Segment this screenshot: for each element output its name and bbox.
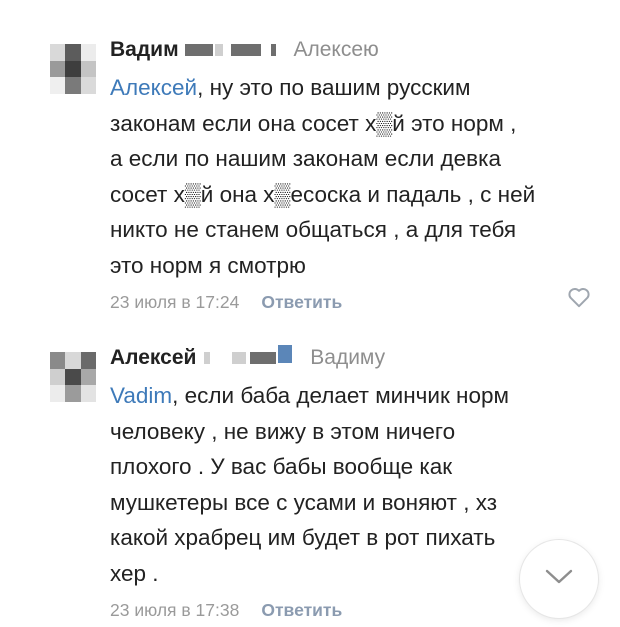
- reply-button[interactable]: Ответить: [261, 292, 342, 312]
- text-line: законам если она сосет х▒й это норм ,: [110, 110, 517, 136]
- comment-date[interactable]: 23 июля в 17:38: [110, 600, 239, 620]
- comment-header: Вадим Алексею: [110, 30, 590, 70]
- comment-date[interactable]: 23 июля в 17:24: [110, 292, 239, 312]
- text-line: мушкетеры все с усами и воняют , хз: [110, 489, 498, 515]
- comment-text: Алексей, ну это по вашим русским законам…: [110, 70, 590, 283]
- text-line: человеку , не вижу в этом ничего: [110, 418, 456, 444]
- redacted-surname: [270, 44, 276, 57]
- text-line: а если по нашим законам если девка: [110, 146, 501, 171]
- redacted-surname: [204, 352, 211, 365]
- comment-header: Алексей Вадиму: [110, 338, 590, 378]
- comment-body: Алексей Вадиму Vadim, если баба делает м…: [110, 338, 590, 627]
- text-line: это норм я смотрю: [110, 252, 306, 278]
- redacted-surname: [214, 44, 223, 57]
- text-line: плохого . У вас бабы вообще как: [110, 454, 453, 479]
- redacted-surname: [230, 44, 261, 57]
- mention-link[interactable]: Vadim: [110, 383, 172, 408]
- reply-button[interactable]: Ответить: [261, 600, 342, 620]
- chevron-down-icon: [544, 568, 574, 591]
- reply-to-name[interactable]: Вадиму: [310, 346, 385, 369]
- comment-text: Vadim, если баба делает минчик норм чело…: [110, 378, 590, 591]
- text-line: хер .: [110, 560, 159, 586]
- heart-icon[interactable]: [566, 284, 592, 310]
- text-line: сосет х▒й она х▒есоска и падаль , с ней: [110, 181, 536, 207]
- reply-to-name[interactable]: Алексею: [293, 38, 378, 61]
- text-line: какой храбрец им будет в рот пихать: [110, 525, 496, 550]
- comment-meta: 23 июля в 17:38 Ответить: [110, 593, 590, 627]
- redacted-surname: [184, 44, 213, 57]
- avatar[interactable]: [50, 352, 96, 402]
- avatar[interactable]: [50, 44, 96, 94]
- comment-meta: 23 июля в 17:24 Ответить: [110, 285, 590, 319]
- mention-link[interactable]: Алексей: [110, 75, 197, 100]
- redacted-surname: [278, 345, 293, 364]
- comment-body: Вадим Алексею Алексей, ну это по вашим р…: [110, 30, 590, 319]
- redacted-surname: [250, 352, 277, 365]
- scroll-down-button[interactable]: [520, 540, 598, 618]
- author-name[interactable]: Алексей: [110, 346, 196, 369]
- text-line: никто не станем общаться , а для тебя: [110, 217, 517, 242]
- text-line: Vadim, если баба делает минчик норм: [110, 383, 509, 408]
- author-name[interactable]: Вадим: [110, 38, 179, 61]
- redacted-surname: [232, 352, 247, 365]
- text-line: Алексей, ну это по вашим русским: [110, 75, 471, 100]
